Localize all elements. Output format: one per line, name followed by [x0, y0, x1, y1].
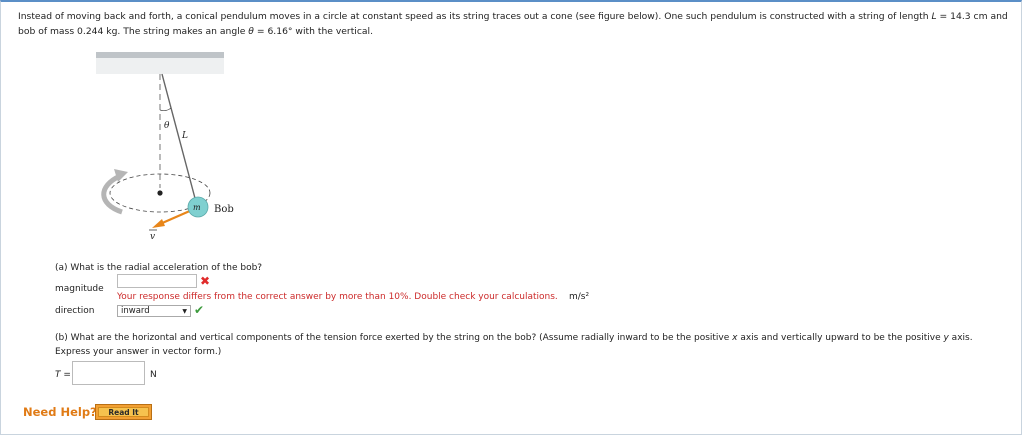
- tension-input[interactable]: [72, 361, 145, 385]
- velocity-label: v: [150, 232, 155, 242]
- theta-label: θ: [164, 121, 170, 131]
- tension-unit: N: [150, 370, 157, 380]
- mass-label: m: [193, 203, 201, 212]
- center-dot: [157, 190, 163, 196]
- read-it-label: Read It: [98, 407, 149, 417]
- rotation-arrow: [101, 173, 123, 215]
- bob-label: Bob: [214, 204, 234, 215]
- correct-check-icon: ✔: [194, 303, 205, 317]
- error-message: Your response differs from the correct a…: [117, 292, 558, 302]
- conical-pendulum-figure: θ L m Bob v: [96, 52, 234, 242]
- magnitude-unit: m/s²: [569, 292, 590, 302]
- direction-select[interactable]: inward ▼: [117, 305, 191, 317]
- direction-label: direction: [55, 306, 95, 316]
- part-b-instruction: Express your answer in vector form.): [55, 347, 222, 357]
- need-help-label: Need Help?: [23, 405, 97, 419]
- read-it-button[interactable]: Read It: [95, 404, 152, 420]
- chevron-down-icon: ▼: [182, 308, 187, 315]
- direction-value: inward: [121, 306, 150, 316]
- tension-label: T =: [55, 370, 71, 380]
- ceiling: [96, 52, 224, 58]
- incorrect-icon: ✖: [200, 274, 211, 288]
- problem-statement: Instead of moving back and forth, a coni…: [18, 11, 1008, 37]
- string: [161, 73, 197, 203]
- magnitude-label: magnitude: [55, 284, 104, 294]
- part-a-question: (a) What is the radial acceleration of t…: [55, 263, 263, 273]
- magnitude-input[interactable]: [117, 274, 197, 288]
- part-b-question: (b) What are the horizontal and vertical…: [55, 333, 973, 343]
- length-label: L: [181, 131, 188, 141]
